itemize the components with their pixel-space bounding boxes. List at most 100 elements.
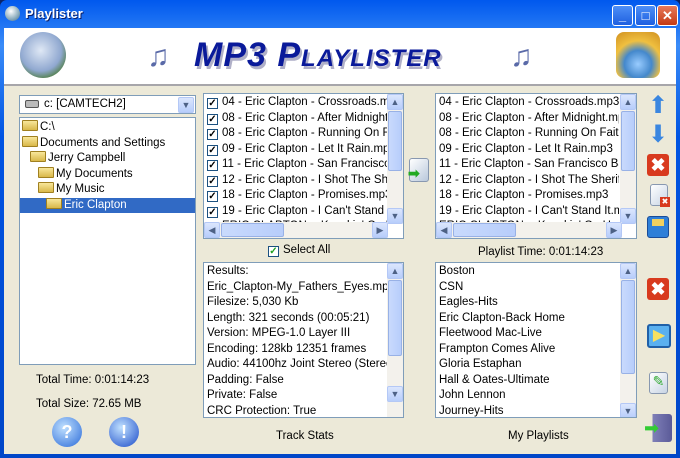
scroll-up-icon[interactable]: ▲ [620,94,636,110]
track-item[interactable]: ✓ 18 - Eric Clapton - Promises.mp3 [204,188,387,204]
total-time: Total Time: 0:01:14:23 [36,374,150,386]
clear-playlist-button[interactable]: ✖ [650,184,670,207]
scroll-thumb[interactable] [453,223,516,237]
scroll-left-icon[interactable]: ◀ [204,222,220,238]
track-item[interactable]: ✓ 19 - Eric Clapton - I Can't Stand It.mp… [204,204,387,220]
my-playlist-item[interactable]: Eric Clapton-Back Home [436,311,619,327]
my-playlist-item[interactable]: CSN [436,280,619,296]
track-stats[interactable]: Results: Eric_Clapton-My_Fathers_Eyes.mp3… [203,262,404,418]
scroll-down-icon[interactable]: ▼ [620,208,636,224]
folder-tree[interactable]: C:\ Documents and Settings Jerry Campbell M… [19,117,196,365]
my-playlist-item[interactable]: Hall & Oates-Ultimate [436,373,619,389]
my-playlists-list[interactable]: Boston CSN Eagles-Hits Eric Clapton-Back Ho… [435,262,637,418]
my-playlist-item-label: CSN [439,280,464,293]
scroll-thumb[interactable] [221,223,284,237]
maximize-button[interactable]: □ [635,5,656,26]
scroll-thumb[interactable] [621,280,635,374]
edit-playlist-button[interactable]: ✎ [649,372,668,394]
track-list-hscrollbar[interactable]: ◀ ▶ [204,222,388,238]
folder-icon [38,182,54,193]
playlist-item[interactable]: 08 - Eric Clapton - Running On Faith.mp3 [436,126,619,142]
tree-item[interactable]: Jerry Campbell [20,151,195,167]
scroll-right-icon[interactable]: ▶ [606,222,622,238]
my-playlist-item[interactable]: Gloria Estaphan [436,357,619,373]
my-playlist-item[interactable]: John Lennon [436,388,619,404]
my-playlist-item[interactable]: Fleetwood Mac-Live [436,326,619,342]
delete-playlist-button[interactable]: ✖ [647,278,669,300]
scroll-up-icon[interactable]: ▲ [620,263,636,279]
playlist-item[interactable]: 08 - Eric Clapton - After Midnight.mp3 [436,111,619,127]
scroll-down-icon[interactable]: ▼ [387,208,403,224]
scroll-down-icon[interactable]: ▼ [387,386,403,402]
scroll-thumb[interactable] [388,111,402,171]
save-playlist-button[interactable] [647,216,669,238]
playlist-item[interactable]: 12 - Eric Clapton - I Shot The Sheriff.m… [436,173,619,189]
tree-item[interactable]: C:\ [20,120,195,136]
title-bar[interactable]: Playlister _ □ ✕ [0,0,680,28]
close-button[interactable]: ✕ [657,5,678,26]
my-playlists-vscrollbar[interactable]: ▲ ▼ [620,263,636,417]
scroll-down-icon[interactable]: ▼ [620,403,636,417]
help-button[interactable]: ? [52,417,82,447]
tree-item-label: My Music [56,183,105,195]
track-item-label: 12 - Eric Clapton - I Shot The Sheriff.m… [222,173,387,186]
checkbox-icon[interactable]: ✓ [207,191,218,202]
my-playlist-item[interactable]: Boston [436,264,619,280]
playlist-item[interactable]: 11 - Eric Clapton - San Francisco Bay Bl… [436,157,619,173]
track-item[interactable]: ✓ 09 - Eric Clapton - Let It Rain.mp3 [204,142,387,158]
track-item[interactable]: ✓ 08 - Eric Clapton - After Midnight.mp3 [204,111,387,127]
add-to-playlist-button[interactable]: ➡ [408,158,429,182]
checkbox-icon[interactable]: ✓ [207,160,218,171]
my-playlist-item[interactable]: Journey-Hits [436,404,619,418]
track-item[interactable]: ✓ 04 - Eric Clapton - Crossroads.mp3 [204,95,387,111]
delete-icon: ✖ [660,197,670,207]
app-logo: MP3 Playlister [194,36,442,74]
playlist-item[interactable]: 09 - Eric Clapton - Let It Rain.mp3 [436,142,619,158]
move-down-button[interactable]: ⬇ [647,123,669,147]
open-folder-media-icon[interactable] [616,32,660,78]
playlist-list[interactable]: 04 - Eric Clapton - Crossroads.mp3 08 - E… [435,93,637,239]
play-orb-icon[interactable] [20,32,66,78]
music-note-icon: ♫ [510,40,533,73]
tree-item[interactable]: My Music [20,182,195,198]
tree-item[interactable]: My Documents [20,166,195,183]
track-item[interactable]: ✓ 11 - Eric Clapton - San Francisco Bay B… [204,157,387,173]
checkbox-icon[interactable]: ✓ [207,206,218,218]
remove-track-button[interactable]: ✖ [647,154,669,176]
exit-button[interactable]: ➡ [644,414,672,442]
checkbox-icon[interactable]: ✓ [207,144,218,156]
my-playlist-item[interactable]: Eagles-Hits [436,295,619,311]
checkbox-icon[interactable]: ✓ [207,175,218,187]
scroll-thumb[interactable] [621,111,635,171]
stats-line: Encoding: 128kb 12351 frames [204,342,387,358]
track-list-vscrollbar[interactable]: ▲ ▼ [387,94,403,224]
track-item[interactable]: ✓ 08 - Eric Clapton - Running On Faith.mp… [204,126,387,142]
scroll-thumb[interactable] [388,280,402,356]
move-up-button[interactable]: ⬆ [647,94,669,118]
playlist-vscrollbar[interactable]: ▲ ▼ [620,94,636,224]
playlist-item[interactable]: 19 - Eric Clapton - I Can't Stand It.mp3 [436,204,619,220]
playlist-item[interactable]: 04 - Eric Clapton - Crossroads.mp3 [436,95,619,111]
checkbox-icon[interactable]: ✓ [207,113,218,125]
play-playlist-button[interactable]: ▶ [647,324,671,348]
scroll-up-icon[interactable]: ▲ [387,94,403,110]
select-all-checkbox[interactable]: ✓ Select All [268,244,330,257]
checkbox-icon[interactable]: ✓ [268,246,279,257]
track-item[interactable]: ✓ 12 - Eric Clapton - I Shot The Sheriff.… [204,173,387,189]
minimize-button[interactable]: _ [612,5,633,26]
tree-item[interactable]: Eric Clapton [20,197,195,213]
track-list[interactable]: ✓ 04 - Eric Clapton - Crossroads.mp3 ✓ 08 -… [203,93,404,239]
scroll-left-icon[interactable]: ◀ [436,222,452,238]
checkbox-icon[interactable]: ✓ [207,129,218,140]
playlist-hscrollbar[interactable]: ◀ ▶ [436,222,622,238]
info-button[interactable]: ! [109,417,139,447]
drive-select[interactable]: c: [CAMTECH2] ▼ [19,95,196,114]
playlist-item[interactable]: 18 - Eric Clapton - Promises.mp3 [436,188,619,204]
chevron-down-icon[interactable]: ▼ [178,97,194,113]
tree-item[interactable]: Documents and Settings [20,135,195,152]
my-playlist-item[interactable]: Frampton Comes Alive [436,342,619,358]
checkbox-icon[interactable]: ✓ [207,98,218,109]
scroll-up-icon[interactable]: ▲ [387,263,403,279]
stats-vscrollbar[interactable]: ▲ ▼ [387,263,403,417]
scroll-right-icon[interactable]: ▶ [372,222,388,238]
